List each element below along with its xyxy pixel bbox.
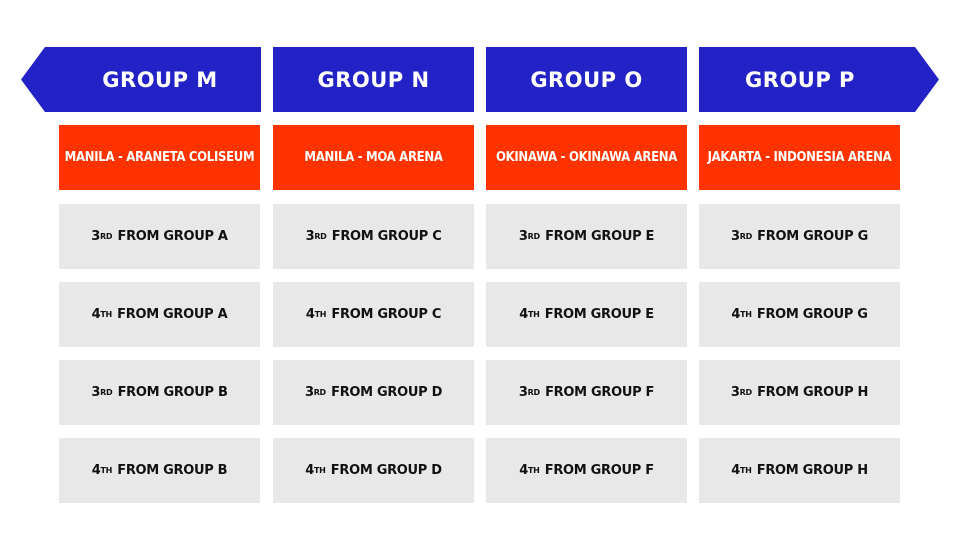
slot-text: FROM GROUP G [757, 229, 868, 244]
group-o-header: GROUP O [486, 47, 687, 112]
slot-rank: 3 [305, 229, 315, 244]
group-m-slot-3: 3 RD FROM GROUP B [59, 360, 260, 425]
group-p-header: GROUP P [699, 47, 939, 112]
group-n-venue: MANILA - MOA ARENA [273, 125, 474, 190]
slot-rank: 3 [518, 385, 528, 400]
group-o-slot-3: 3 RD FROM GROUP F [486, 360, 687, 425]
slot-text: FROM GROUP A [117, 307, 228, 322]
group-n-slot-3: 3 RD FROM GROUP D [273, 360, 474, 425]
group-m-slot-2: 4 TH FROM GROUP A [59, 282, 260, 347]
slot-text: FROM GROUP E [544, 307, 654, 322]
group-p-slot-4: 4 TH FROM GROUP H [699, 438, 900, 503]
slot-rank: 3 [730, 385, 740, 400]
group-o-slot-1: 3 RD FROM GROUP E [486, 204, 687, 269]
slot-rank: 3 [91, 229, 101, 244]
slot-rank: 4 [305, 463, 314, 478]
slot-text: FROM GROUP B [117, 385, 228, 400]
group-p-slot-2: 4 TH FROM GROUP G [699, 282, 900, 347]
slot-rank: 4 [305, 307, 315, 322]
slot-text: FROM GROUP A [117, 229, 228, 244]
group-n-slot-1: 3 RD FROM GROUP C [273, 204, 474, 269]
group-o-slot-4: 4 TH FROM GROUP F [486, 438, 687, 503]
slot-rank: 4 [91, 307, 101, 322]
slot-text: FROM GROUP C [331, 229, 442, 244]
slot-rank: 3 [91, 385, 101, 400]
slot-rank: 4 [731, 463, 740, 478]
group-p-venue: JAKARTA - INDONESIA ARENA [699, 125, 900, 190]
slot-text: FROM GROUP B [117, 463, 228, 478]
slot-text: FROM GROUP C [331, 307, 442, 322]
group-o-venue: OKINAWA - OKINAWA ARENA [486, 125, 687, 190]
slot-text: FROM GROUP H [756, 463, 868, 478]
slot-text: FROM GROUP D [331, 385, 443, 400]
group-m-title: GROUP M [102, 67, 218, 92]
group-o-slot-2: 4 TH FROM GROUP E [486, 282, 687, 347]
slot-text: FROM GROUP F [545, 385, 655, 400]
group-m-slot-1: 3 RD FROM GROUP A [59, 204, 260, 269]
group-p-title: GROUP P [745, 67, 855, 92]
group-m-venue: MANILA - ARANETA COLISEUM [59, 125, 260, 190]
group-p-slot-3: 3 RD FROM GROUP H [699, 360, 900, 425]
slot-text: FROM GROUP F [544, 463, 654, 478]
slot-rank: 4 [731, 307, 741, 322]
slot-text: FROM GROUP E [545, 229, 655, 244]
slot-rank: 3 [730, 229, 740, 244]
group-m-header: GROUP M [21, 47, 261, 112]
slot-rank: 4 [519, 463, 528, 478]
slot-rank: 4 [91, 463, 101, 478]
slot-rank: 3 [518, 229, 528, 244]
group-m-slot-4: 4 TH FROM GROUP B [59, 438, 260, 503]
slot-rank: 3 [304, 385, 314, 400]
group-p-slot-1: 3 RD FROM GROUP G [699, 204, 900, 269]
group-n-slot-4: 4 TH FROM GROUP D [273, 438, 474, 503]
group-n-title: GROUP N [317, 67, 430, 92]
group-o-title: GROUP O [530, 67, 643, 92]
group-n-slot-2: 4 TH FROM GROUP C [273, 282, 474, 347]
group-n-header: GROUP N [273, 47, 474, 112]
slot-rank: 4 [519, 307, 528, 322]
slot-text: FROM GROUP H [757, 385, 869, 400]
groups-table: GROUP M GROUP N GROUP O GROUP P MANILA -… [0, 0, 960, 540]
slot-text: FROM GROUP D [330, 463, 442, 478]
slot-text: FROM GROUP G [756, 307, 868, 322]
